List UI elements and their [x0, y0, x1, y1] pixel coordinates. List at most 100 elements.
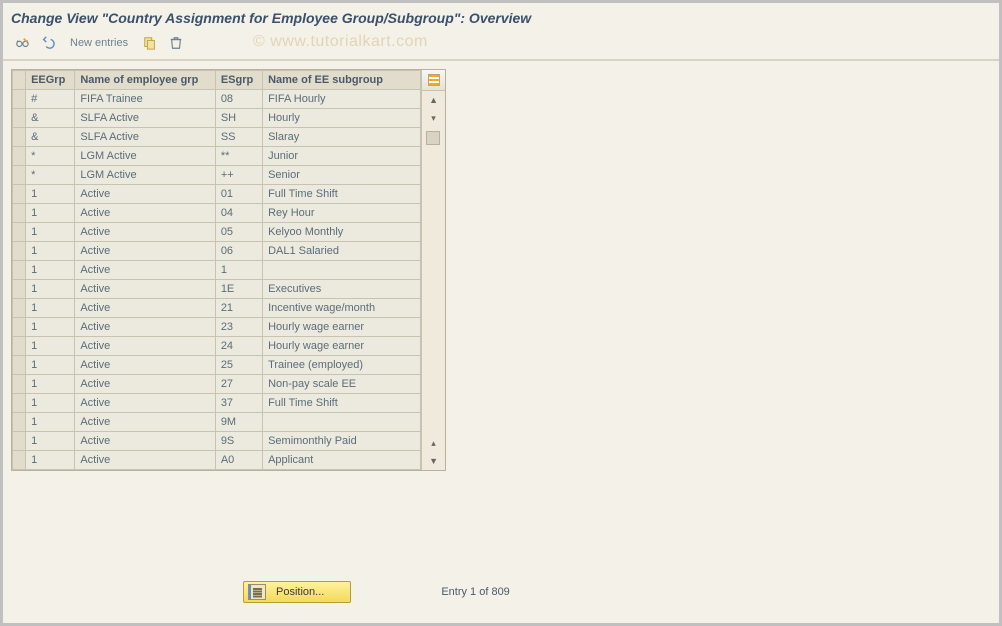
cell-esgrp[interactable]: 37 [215, 394, 262, 413]
cell-name[interactable]: Active [75, 432, 215, 451]
scroll-down-button[interactable]: ▼ [422, 452, 445, 470]
scroll-line-down-button[interactable]: ▴ [422, 434, 445, 452]
scroll-up-button[interactable]: ▲ [422, 91, 445, 109]
cell-name[interactable]: Active [75, 261, 215, 280]
copy-button[interactable] [139, 33, 161, 53]
table-row[interactable]: 1Active23Hourly wage earner [13, 318, 421, 337]
table-row[interactable]: 1Active9M [13, 413, 421, 432]
cell-subgroup[interactable]: Full Time Shift [263, 185, 421, 204]
row-selector[interactable] [13, 394, 26, 413]
row-selector[interactable] [13, 413, 26, 432]
cell-eegrp[interactable]: 1 [26, 185, 75, 204]
cell-name[interactable]: Active [75, 375, 215, 394]
cell-esgrp[interactable]: 1 [215, 261, 262, 280]
cell-esgrp[interactable]: 9S [215, 432, 262, 451]
scroll-thumb[interactable] [426, 131, 440, 145]
cell-name[interactable]: Active [75, 451, 215, 470]
cell-name[interactable]: FIFA Trainee [75, 90, 215, 109]
cell-name[interactable]: Active [75, 318, 215, 337]
cell-eegrp[interactable]: & [26, 128, 75, 147]
cell-esgrp[interactable]: 23 [215, 318, 262, 337]
row-selector[interactable] [13, 261, 26, 280]
table-row[interactable]: 1Active25Trainee (employed) [13, 356, 421, 375]
cell-esgrp[interactable]: 25 [215, 356, 262, 375]
table-row[interactable]: 1Active01Full Time Shift [13, 185, 421, 204]
row-selector[interactable] [13, 337, 26, 356]
row-selector[interactable] [13, 242, 26, 261]
cell-eegrp[interactable]: 1 [26, 413, 75, 432]
row-selector[interactable] [13, 432, 26, 451]
row-selector[interactable] [13, 299, 26, 318]
cell-subgroup[interactable] [263, 413, 421, 432]
cell-esgrp[interactable]: 9M [215, 413, 262, 432]
cell-esgrp[interactable]: 24 [215, 337, 262, 356]
cell-name[interactable]: Active [75, 394, 215, 413]
cell-name[interactable]: Active [75, 185, 215, 204]
table-row[interactable]: 1Active21Incentive wage/month [13, 299, 421, 318]
table-row[interactable]: 1Active04Rey Hour [13, 204, 421, 223]
table-row[interactable]: &SLFA ActiveSHHourly [13, 109, 421, 128]
row-selector[interactable] [13, 451, 26, 470]
col-sub[interactable]: Name of EE subgroup [263, 71, 421, 90]
cell-subgroup[interactable]: Rey Hour [263, 204, 421, 223]
cell-eegrp[interactable]: # [26, 90, 75, 109]
cell-eegrp[interactable]: 1 [26, 223, 75, 242]
row-selector[interactable] [13, 280, 26, 299]
cell-eegrp[interactable]: 1 [26, 337, 75, 356]
cell-subgroup[interactable]: Hourly wage earner [263, 337, 421, 356]
cell-subgroup[interactable]: FIFA Hourly [263, 90, 421, 109]
cell-name[interactable]: Active [75, 337, 215, 356]
table-row[interactable]: 1Active37Full Time Shift [13, 394, 421, 413]
cell-name[interactable]: SLFA Active [75, 128, 215, 147]
cell-eegrp[interactable]: 1 [26, 204, 75, 223]
toggle-display-change-button[interactable] [11, 33, 33, 53]
scroll-track[interactable] [422, 127, 445, 434]
cell-esgrp[interactable]: 06 [215, 242, 262, 261]
table-row[interactable]: 1Active1 [13, 261, 421, 280]
cell-esgrp[interactable]: ** [215, 147, 262, 166]
row-selector[interactable] [13, 223, 26, 242]
cell-esgrp[interactable]: ++ [215, 166, 262, 185]
cell-subgroup[interactable]: Full Time Shift [263, 394, 421, 413]
cell-subgroup[interactable]: Junior [263, 147, 421, 166]
cell-name[interactable]: Active [75, 356, 215, 375]
cell-subgroup[interactable]: Executives [263, 280, 421, 299]
cell-esgrp[interactable]: SS [215, 128, 262, 147]
cell-esgrp[interactable]: SH [215, 109, 262, 128]
cell-eegrp[interactable]: 1 [26, 356, 75, 375]
scroll-line-up-button[interactable]: ▾ [422, 109, 445, 127]
table-settings-button[interactable] [422, 70, 445, 91]
table-row[interactable]: *LGM Active**Junior [13, 147, 421, 166]
cell-subgroup[interactable]: Applicant [263, 451, 421, 470]
cell-name[interactable]: Active [75, 413, 215, 432]
cell-esgrp[interactable]: 04 [215, 204, 262, 223]
col-name[interactable]: Name of employee grp [75, 71, 215, 90]
cell-eegrp[interactable]: 1 [26, 394, 75, 413]
cell-esgrp[interactable]: A0 [215, 451, 262, 470]
cell-name[interactable]: SLFA Active [75, 109, 215, 128]
table-row[interactable]: &SLFA ActiveSSSlaray [13, 128, 421, 147]
row-selector[interactable] [13, 147, 26, 166]
select-all-header[interactable] [13, 71, 26, 90]
cell-subgroup[interactable]: Incentive wage/month [263, 299, 421, 318]
cell-eegrp[interactable]: 1 [26, 375, 75, 394]
table-row[interactable]: 1Active24Hourly wage earner [13, 337, 421, 356]
table-row[interactable]: 1Active06DAL1 Salaried [13, 242, 421, 261]
row-selector[interactable] [13, 356, 26, 375]
cell-eegrp[interactable]: 1 [26, 299, 75, 318]
cell-eegrp[interactable]: 1 [26, 280, 75, 299]
undo-button[interactable] [37, 33, 59, 53]
cell-subgroup[interactable]: DAL1 Salaried [263, 242, 421, 261]
row-selector[interactable] [13, 90, 26, 109]
new-entries-button[interactable]: New entries [63, 33, 135, 53]
cell-name[interactable]: LGM Active [75, 166, 215, 185]
cell-subgroup[interactable] [263, 261, 421, 280]
col-eegrp[interactable]: EEGrp [26, 71, 75, 90]
cell-subgroup[interactable]: Trainee (employed) [263, 356, 421, 375]
cell-subgroup[interactable]: Senior [263, 166, 421, 185]
table-row[interactable]: *LGM Active++Senior [13, 166, 421, 185]
delete-button[interactable] [165, 33, 187, 53]
row-selector[interactable] [13, 166, 26, 185]
table-row[interactable]: 1ActiveA0Applicant [13, 451, 421, 470]
col-esgrp[interactable]: ESgrp [215, 71, 262, 90]
